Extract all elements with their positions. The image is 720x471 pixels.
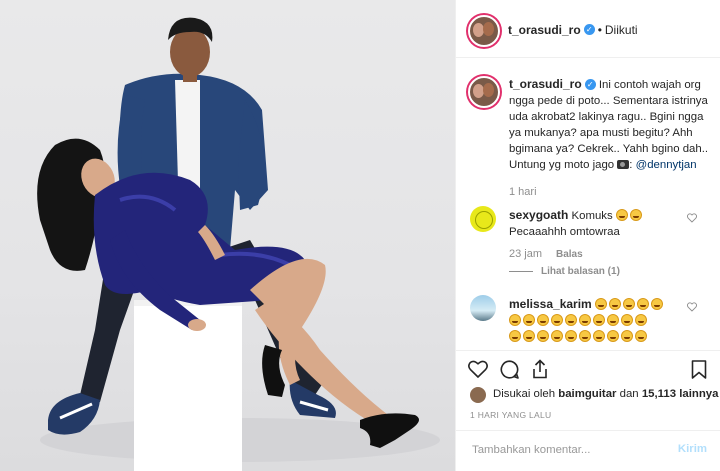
add-comment-input[interactable] — [470, 443, 674, 457]
follow-status-button[interactable]: Diikuti — [605, 23, 638, 37]
rofl-emoji-icon — [621, 330, 633, 342]
post-sidebar: t_orasudi_ro ✓ • Diikuti t_orasudi_ro ✓ Ini … — [455, 0, 720, 471]
likes-summary: Disukai oleh baimguitar dan 15,113 lainn… — [493, 388, 718, 400]
rofl-emoji-icon — [593, 314, 605, 326]
post-actions: Disukai oleh baimguitar dan 15,113 lainn… — [456, 350, 720, 440]
photo-illustration — [37, 17, 440, 471]
caption-time[interactable]: 1 hari — [509, 186, 537, 198]
comment-item: melissa_karim — [509, 296, 684, 345]
post-photo — [0, 0, 455, 471]
caption-avatar[interactable] — [468, 76, 500, 108]
rofl-emoji-icon — [579, 330, 591, 342]
rofl-emoji-icon — [537, 330, 549, 342]
separator-dot: • — [597, 23, 602, 37]
verified-badge-icon: ✓ — [583, 24, 595, 36]
comment-avatar-sexygoath[interactable] — [470, 206, 496, 232]
verified-badge-icon: ✓ — [584, 79, 596, 91]
comment-item: sexygoath Komuks Pecaaahhh omtowraa — [509, 207, 684, 240]
credit-handle-link[interactable]: @dennytjan — [636, 159, 697, 171]
likes-count-link[interactable]: 15,113 lainnya — [642, 388, 719, 400]
rofl-emoji-icon — [565, 330, 577, 342]
likes-middle: dan — [619, 388, 639, 400]
share-icon[interactable] — [531, 359, 549, 379]
comment-text-line2: Pecaaahhh omtowraa — [509, 226, 620, 238]
rofl-emoji-icon — [565, 314, 577, 326]
rofl-emoji-icon — [635, 314, 647, 326]
laughing-emoji-icon — [629, 209, 642, 221]
rofl-emoji-icon — [650, 298, 663, 310]
post-comment-button[interactable]: Kirim — [678, 443, 707, 455]
comment-composer: Kirim — [456, 430, 720, 471]
camera-emoji-icon — [617, 160, 630, 169]
comment-text: Komuks — [571, 210, 613, 222]
post-header: t_orasudi_ro ✓ • Diikuti — [456, 0, 720, 58]
rofl-emoji-icon — [537, 314, 549, 326]
comment-username[interactable]: sexygoath — [509, 208, 568, 222]
rofl-emoji-icon — [523, 314, 535, 326]
comment-like-heart-icon[interactable] — [687, 213, 697, 223]
rofl-emoji-icon — [608, 298, 621, 310]
rofl-emoji-icon — [551, 330, 563, 342]
comment-avatar-melissa[interactable] — [470, 295, 496, 321]
rofl-emoji-icon — [593, 330, 605, 342]
rofl-emoji-icon — [635, 330, 647, 342]
likes-prefix: Disukai oleh — [493, 388, 556, 400]
rofl-emoji-icon — [621, 314, 633, 326]
author-username[interactable]: t_orasudi_ro — [508, 23, 581, 37]
rofl-emoji-icon — [607, 314, 619, 326]
rofl-emoji-icon — [509, 314, 521, 326]
rofl-emoji-icon — [607, 330, 619, 342]
caption-credit-prefix: Untung yg moto jago — [509, 159, 615, 171]
replies-divider — [509, 271, 533, 272]
rofl-emoji-icon — [636, 298, 649, 310]
liker-avatar[interactable] — [470, 387, 486, 403]
comment-time[interactable]: 23 jam — [509, 248, 542, 260]
save-bookmark-icon[interactable] — [691, 360, 707, 379]
view-replies-button[interactable]: Lihat balasan (1) — [541, 266, 620, 277]
liker-username[interactable]: baimguitar — [558, 388, 616, 400]
rofl-emoji-icon — [551, 314, 563, 326]
rofl-emoji-icon — [579, 314, 591, 326]
rofl-emoji-icon — [622, 298, 635, 310]
rofl-emoji-icon — [509, 330, 521, 342]
rofl-emoji-icon — [594, 298, 607, 310]
comment-username[interactable]: melissa_karim — [509, 297, 592, 311]
post-date[interactable]: 1 HARI YANG LALU — [470, 410, 552, 420]
comment-bubble-icon[interactable] — [500, 360, 519, 379]
rofl-emoji-icon — [523, 330, 535, 342]
comment-like-heart-icon[interactable] — [687, 302, 697, 312]
like-heart-icon[interactable] — [468, 360, 488, 378]
caption: t_orasudi_ro ✓ Ini contoh wajah org ngga … — [509, 77, 709, 171]
reply-button[interactable]: Balas — [556, 249, 583, 260]
caption-username[interactable]: t_orasudi_ro — [509, 77, 582, 91]
header-user-line: t_orasudi_ro ✓ • Diikuti — [508, 21, 638, 39]
laughing-emoji-icon — [615, 209, 628, 221]
author-avatar[interactable] — [468, 15, 500, 47]
